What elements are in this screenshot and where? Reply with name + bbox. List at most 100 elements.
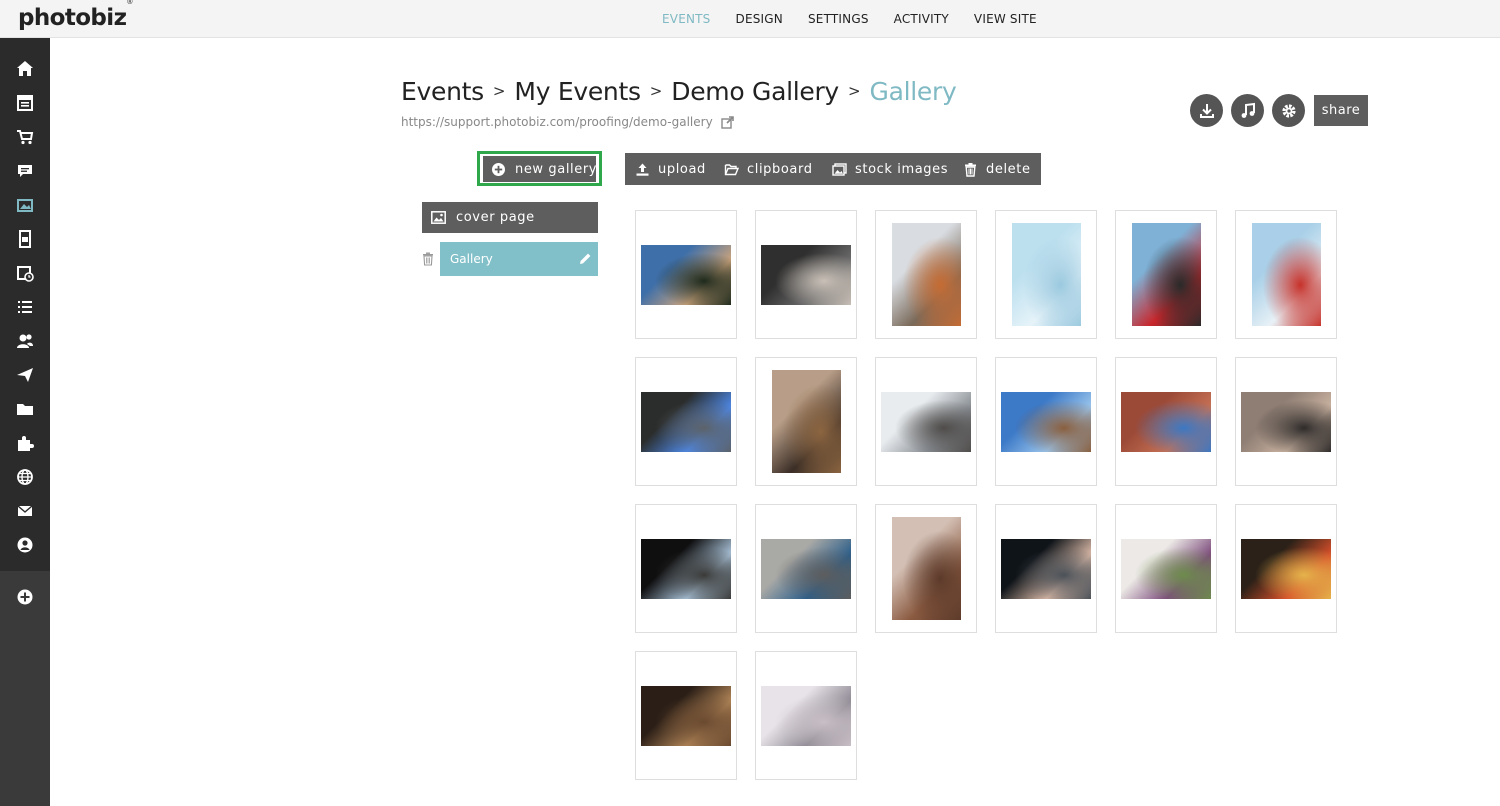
breadcrumb: Events > My Events > Demo Gallery > Gall…	[401, 77, 957, 106]
cover-page-label: cover page	[456, 210, 535, 225]
mail-icon[interactable]	[15, 501, 35, 521]
folder-open-icon	[724, 163, 739, 175]
gallery-thumbnail[interactable]	[875, 357, 977, 486]
upload-icon	[636, 163, 649, 176]
nav-settings[interactable]: SETTINGS	[808, 12, 869, 26]
gallery-thumbnail[interactable]	[1235, 357, 1337, 486]
top-bar: photobiz® EVENTS DESIGN SETTINGS ACTIVIT…	[0, 0, 1500, 38]
breadcrumb-my-events[interactable]: My Events	[514, 77, 641, 106]
gallery-url: https://support.photobiz.com/proofing/de…	[401, 115, 735, 129]
pencil-icon[interactable]	[579, 252, 592, 265]
gallery-thumbnail[interactable]	[1235, 210, 1337, 339]
invoice-icon[interactable]	[15, 229, 35, 249]
upload-label: upload	[658, 161, 706, 177]
gallery-thumbnail[interactable]	[1115, 210, 1217, 339]
nav-view-site[interactable]: VIEW SITE	[974, 12, 1037, 26]
thumbnail-image	[641, 539, 731, 599]
image-icon	[832, 162, 847, 176]
delete-button[interactable]: delete	[953, 153, 1041, 185]
gallery-list-item[interactable]: Gallery	[440, 242, 598, 276]
gallery-thumbnail[interactable]	[635, 210, 737, 339]
delete-gallery-icon[interactable]	[422, 252, 434, 266]
breadcrumb-current: Gallery	[869, 77, 957, 106]
clipboard-label: clipboard	[747, 161, 813, 177]
folder-icon[interactable]	[15, 399, 35, 419]
account-icon[interactable]	[15, 535, 35, 555]
thumbnail-image	[892, 517, 961, 620]
gallery-thumbnail[interactable]	[635, 651, 737, 780]
new-gallery-button[interactable]: new gallery	[483, 156, 596, 182]
breadcrumb-separator: >	[847, 82, 861, 100]
home-icon[interactable]	[15, 59, 35, 79]
breadcrumb-demo-gallery[interactable]: Demo Gallery	[671, 77, 839, 106]
gallery-thumbnail[interactable]	[635, 357, 737, 486]
send-icon[interactable]	[15, 365, 35, 385]
thumbnail-image	[641, 392, 731, 452]
gallery-thumbnail[interactable]	[995, 357, 1097, 486]
gallery-thumbnail[interactable]	[755, 357, 857, 486]
contacts-icon[interactable]	[15, 331, 35, 351]
gallery-thumbnail[interactable]	[755, 504, 857, 633]
cover-page-button[interactable]: cover page	[422, 202, 598, 233]
puzzle-icon[interactable]	[15, 433, 35, 453]
upload-button[interactable]: upload	[625, 153, 716, 185]
breadcrumb-separator: >	[649, 82, 663, 100]
thumbnail-image	[641, 686, 731, 746]
music-icon	[1241, 102, 1255, 118]
gallery-thumbnail[interactable]	[1115, 357, 1217, 486]
share-button[interactable]: share	[1314, 95, 1368, 126]
thumbnail-image	[761, 245, 851, 305]
delete-label: delete	[986, 161, 1031, 177]
gallery-icon[interactable]	[15, 195, 35, 215]
trash-icon	[965, 162, 976, 177]
music-button[interactable]	[1231, 94, 1264, 127]
gallery-thumbnail[interactable]	[995, 210, 1097, 339]
calendar-icon[interactable]	[15, 93, 35, 113]
stock-images-button[interactable]: stock images	[822, 153, 959, 185]
nav-design[interactable]: DESIGN	[736, 12, 783, 26]
nav-activity[interactable]: ACTIVITY	[894, 12, 949, 26]
thumbnail-image	[1012, 223, 1081, 326]
download-button[interactable]	[1190, 94, 1223, 127]
gallery-thumbnail[interactable]	[755, 651, 857, 780]
gallery-thumbnail[interactable]	[995, 504, 1097, 633]
gallery-thumbnail[interactable]	[1235, 504, 1337, 633]
gallery-thumbnail[interactable]	[875, 210, 977, 339]
thumbnail-image	[1001, 392, 1091, 452]
gallery-thumbnail[interactable]	[875, 504, 977, 633]
thumbnail-image	[641, 245, 731, 305]
gallery-thumbnail[interactable]	[755, 210, 857, 339]
new-gallery-label: new gallery	[515, 161, 598, 177]
thumbnail-image	[761, 539, 851, 599]
thumbnail-image	[1241, 539, 1331, 599]
breadcrumb-separator: >	[492, 82, 506, 100]
thumbnail-image	[1132, 223, 1201, 326]
globe-icon[interactable]	[15, 467, 35, 487]
thumbnail-image	[1252, 223, 1321, 326]
list-icon[interactable]	[15, 297, 35, 317]
stock-images-label: stock images	[855, 161, 949, 177]
add-icon[interactable]	[15, 587, 35, 607]
settings-button[interactable]	[1272, 94, 1305, 127]
gallery-item-label: Gallery	[450, 252, 493, 266]
new-gallery-highlight: new gallery	[477, 151, 602, 186]
thumbnail-image	[1241, 392, 1331, 452]
gallery-thumbnail[interactable]	[635, 504, 737, 633]
thumbnail-image	[1121, 539, 1211, 599]
thumbnail-image	[761, 686, 851, 746]
left-sidebar	[0, 38, 50, 806]
gallery-thumbnail[interactable]	[1115, 504, 1217, 633]
photobiz-logo[interactable]: photobiz®	[18, 0, 133, 31]
chat-icon[interactable]	[15, 161, 35, 181]
cart-icon[interactable]	[15, 127, 35, 147]
breadcrumb-events[interactable]: Events	[401, 77, 484, 106]
nav-events[interactable]: EVENTS	[662, 12, 711, 26]
gallery-url-text[interactable]: https://support.photobiz.com/proofing/de…	[401, 115, 713, 129]
thumbnail-image	[892, 223, 961, 326]
thumbnail-image	[772, 370, 841, 473]
clipboard-button[interactable]: clipboard	[714, 153, 823, 185]
external-link-icon[interactable]	[720, 115, 735, 129]
download-icon	[1199, 103, 1214, 118]
plus-circle-icon	[492, 162, 505, 176]
schedule-icon[interactable]	[15, 263, 35, 283]
